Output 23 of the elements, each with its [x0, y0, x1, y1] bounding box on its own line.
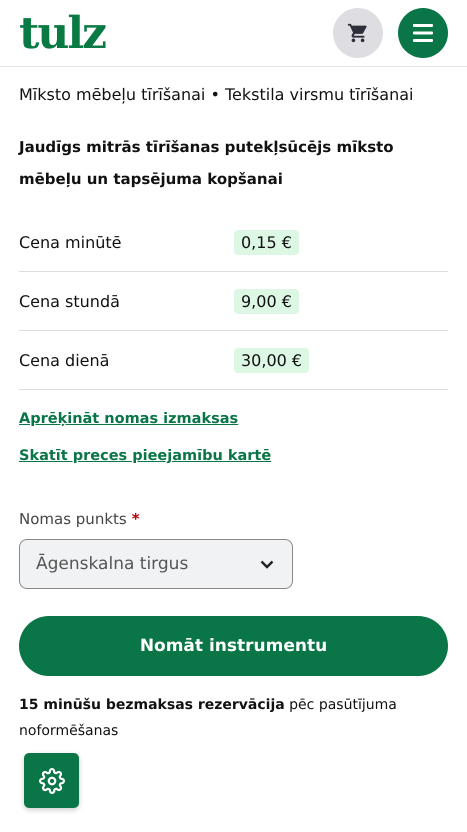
- price-value: 30,00 €: [234, 348, 310, 372]
- price-value: 0,15 €: [234, 230, 299, 254]
- breadcrumb: Mīksto mēbeļu tīrīšanai • Tekstila virsmu tīrīšanai: [19, 84, 414, 106]
- price-label: Cena dienā: [19, 350, 110, 370]
- price-label: Cena stundā: [19, 292, 121, 310]
- dropdown-field[interactable]: Āgenskalna tirgus: [19, 539, 293, 589]
- required-mark: *: [132, 510, 140, 528]
- link[interactable]: Skatīt preces pieejamību kartē: [19, 448, 272, 464]
- price-label: Cena minūtē: [19, 232, 122, 252]
- price-value: 9,00 €: [234, 288, 299, 314]
- menu-button[interactable]: [398, 8, 448, 58]
- menu-icon: [413, 24, 433, 42]
- reservation-note: 15 minūšu bezmaksas rezervācija pēc pasūtījuma noformēšanas: [19, 696, 398, 741]
- product-title: Jaudīgs mitrās tīrīšanas putekļsūcējs mīksto mēbeļu un tapsējuma kopšanai: [19, 137, 395, 190]
- chevron-down-icon: [260, 560, 274, 568]
- settings-button[interactable]: [24, 753, 79, 808]
- cart-icon: [347, 22, 369, 44]
- field-label: Nomas punkts: [19, 510, 127, 528]
- settings-icon: [38, 768, 64, 794]
- rent-button[interactable]: Nomāt instrumentu: [19, 616, 448, 676]
- cart-button[interactable]: [333, 8, 383, 58]
- logo[interactable]: tulz: [19, 12, 106, 56]
- link[interactable]: Aprēķināt nomas izmaksas: [19, 411, 238, 427]
